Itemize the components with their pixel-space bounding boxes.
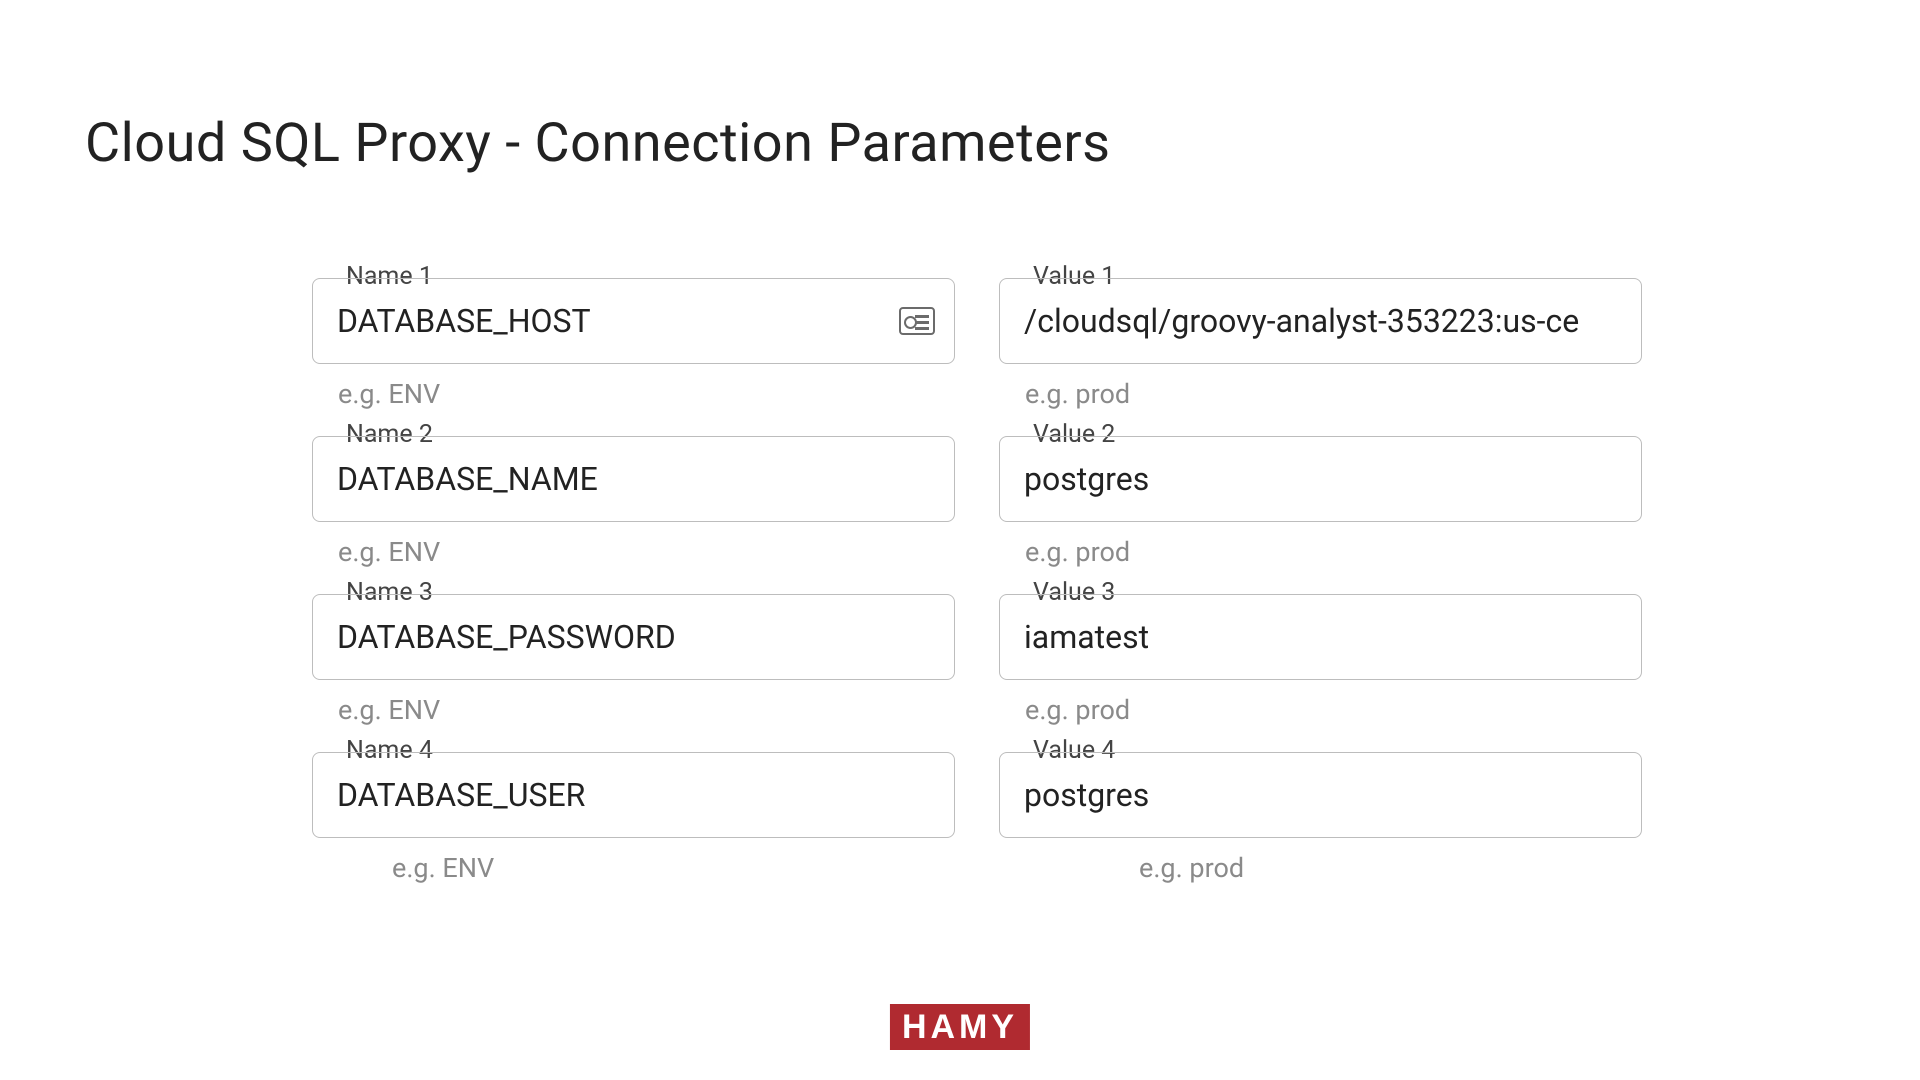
field-value-3: Value 3: [999, 594, 1642, 680]
field-value-1: Value 1: [999, 278, 1642, 364]
helper-name-4: e.g. ENV: [392, 852, 955, 884]
field-name-1: Name 1: [312, 278, 955, 364]
helper-name-2: e.g. ENV: [338, 536, 955, 568]
brand-logo-text: HAMY: [902, 1010, 1018, 1044]
input-value-2[interactable]: [1024, 460, 1617, 498]
page-title: Cloud SQL Proxy - Connection Parameters: [85, 112, 1111, 175]
field-value-4: Value 4: [999, 752, 1642, 838]
input-name-4[interactable]: [337, 776, 930, 814]
field-name-4: Name 4: [312, 752, 955, 838]
input-value-3[interactable]: [1024, 618, 1617, 656]
contact-card-icon[interactable]: [898, 305, 936, 337]
helper-value-3: e.g. prod: [1025, 694, 1642, 726]
field-name-2: Name 2: [312, 436, 955, 522]
field-name-3: Name 3: [312, 594, 955, 680]
input-name-2[interactable]: [337, 460, 930, 498]
helper-value-4: e.g. prod: [1139, 852, 1642, 884]
input-value-1[interactable]: [1024, 302, 1617, 340]
input-name-1[interactable]: [337, 302, 930, 340]
helper-value-1: e.g. prod: [1025, 378, 1642, 410]
brand-logo: HAMY: [890, 1004, 1030, 1050]
helper-value-2: e.g. prod: [1025, 536, 1642, 568]
input-value-4[interactable]: [1024, 776, 1617, 814]
connection-params-form: Name 1 e.g. ENV Value: [312, 260, 1642, 940]
helper-name-1: e.g. ENV: [338, 378, 955, 410]
input-name-3[interactable]: [337, 618, 930, 656]
field-value-2: Value 2: [999, 436, 1642, 522]
helper-name-3: e.g. ENV: [338, 694, 955, 726]
